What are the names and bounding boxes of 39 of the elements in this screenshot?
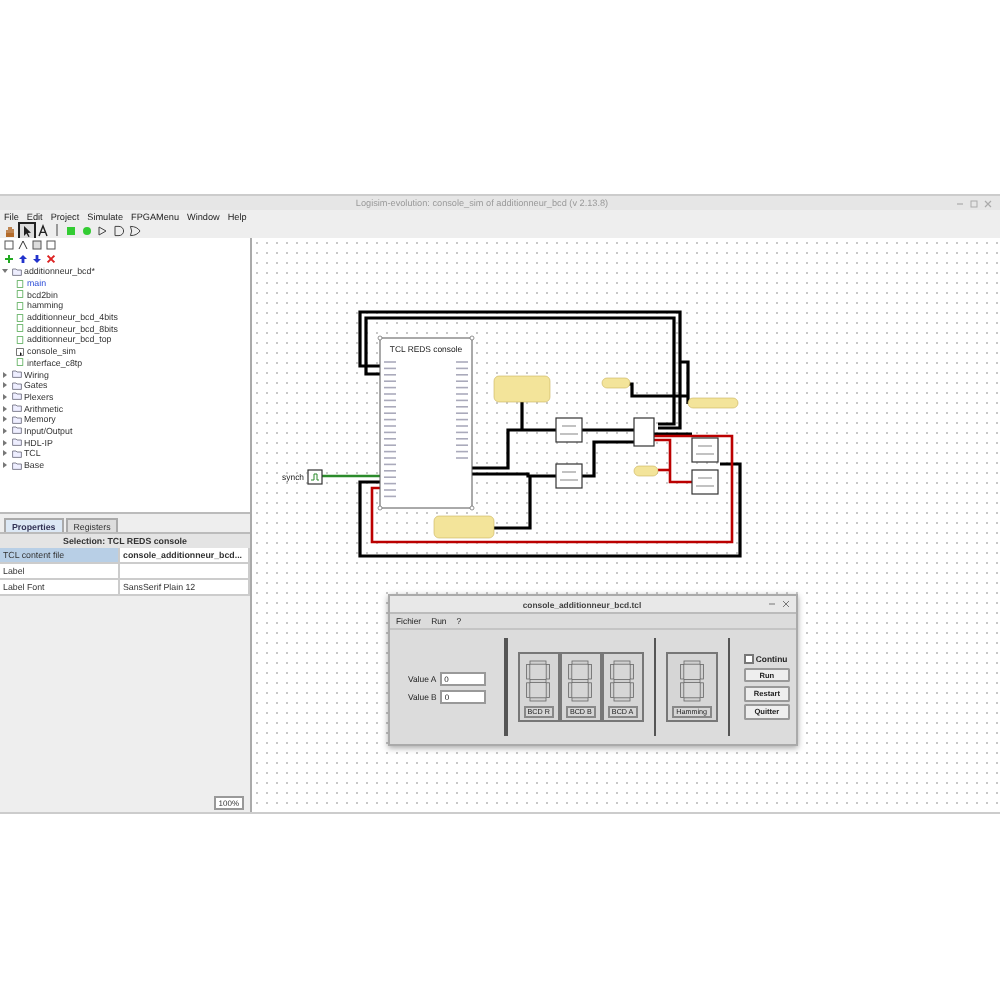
close-icon[interactable] xyxy=(782,600,790,608)
seven-segment-display xyxy=(566,658,595,705)
window-icon xyxy=(16,347,24,356)
folder-icon xyxy=(11,267,21,276)
expander-icon[interactable] xyxy=(2,268,8,275)
subcircuit-block[interactable] xyxy=(555,463,583,489)
expander-icon[interactable] xyxy=(2,416,8,423)
hand-icon[interactable] xyxy=(4,223,18,237)
circuit-icon xyxy=(16,358,24,367)
and-gate-icon[interactable] xyxy=(111,223,125,237)
box-icon[interactable] xyxy=(32,240,42,250)
tcl-console-component[interactable] xyxy=(377,335,475,511)
expander-icon[interactable] xyxy=(2,382,8,389)
arrow-down-icon[interactable] xyxy=(32,254,42,264)
expander-icon[interactable] xyxy=(2,427,8,434)
expander-icon[interactable] xyxy=(2,405,8,412)
multiplexer-block[interactable] xyxy=(633,417,655,447)
expander-icon[interactable] xyxy=(2,462,8,469)
arrow-up-icon[interactable] xyxy=(18,254,28,264)
constant-block[interactable] xyxy=(601,377,631,389)
expander-icon[interactable] xyxy=(2,371,8,378)
delete-icon[interactable] xyxy=(46,254,56,264)
subcircuit-block[interactable] xyxy=(691,437,719,463)
subcircuit-block[interactable] xyxy=(555,417,583,443)
constant-block[interactable] xyxy=(687,397,739,409)
seven-segment-display xyxy=(608,658,637,705)
triangle-icon[interactable] xyxy=(95,223,109,237)
seven-segment-display xyxy=(524,658,553,705)
clock-pin[interactable] xyxy=(307,469,323,485)
pointer-icon[interactable] xyxy=(20,223,34,237)
circuit-icon[interactable] xyxy=(4,240,14,250)
or-gate-icon[interactable] xyxy=(127,223,141,237)
seven-segment-display xyxy=(677,658,706,705)
checkbox[interactable] xyxy=(743,654,754,665)
box-icon[interactable] xyxy=(46,240,56,250)
expander-icon[interactable] xyxy=(2,393,8,400)
expander-icon[interactable] xyxy=(2,450,8,457)
plus-icon[interactable] xyxy=(4,254,14,264)
subcircuit-block[interactable] xyxy=(691,469,719,495)
